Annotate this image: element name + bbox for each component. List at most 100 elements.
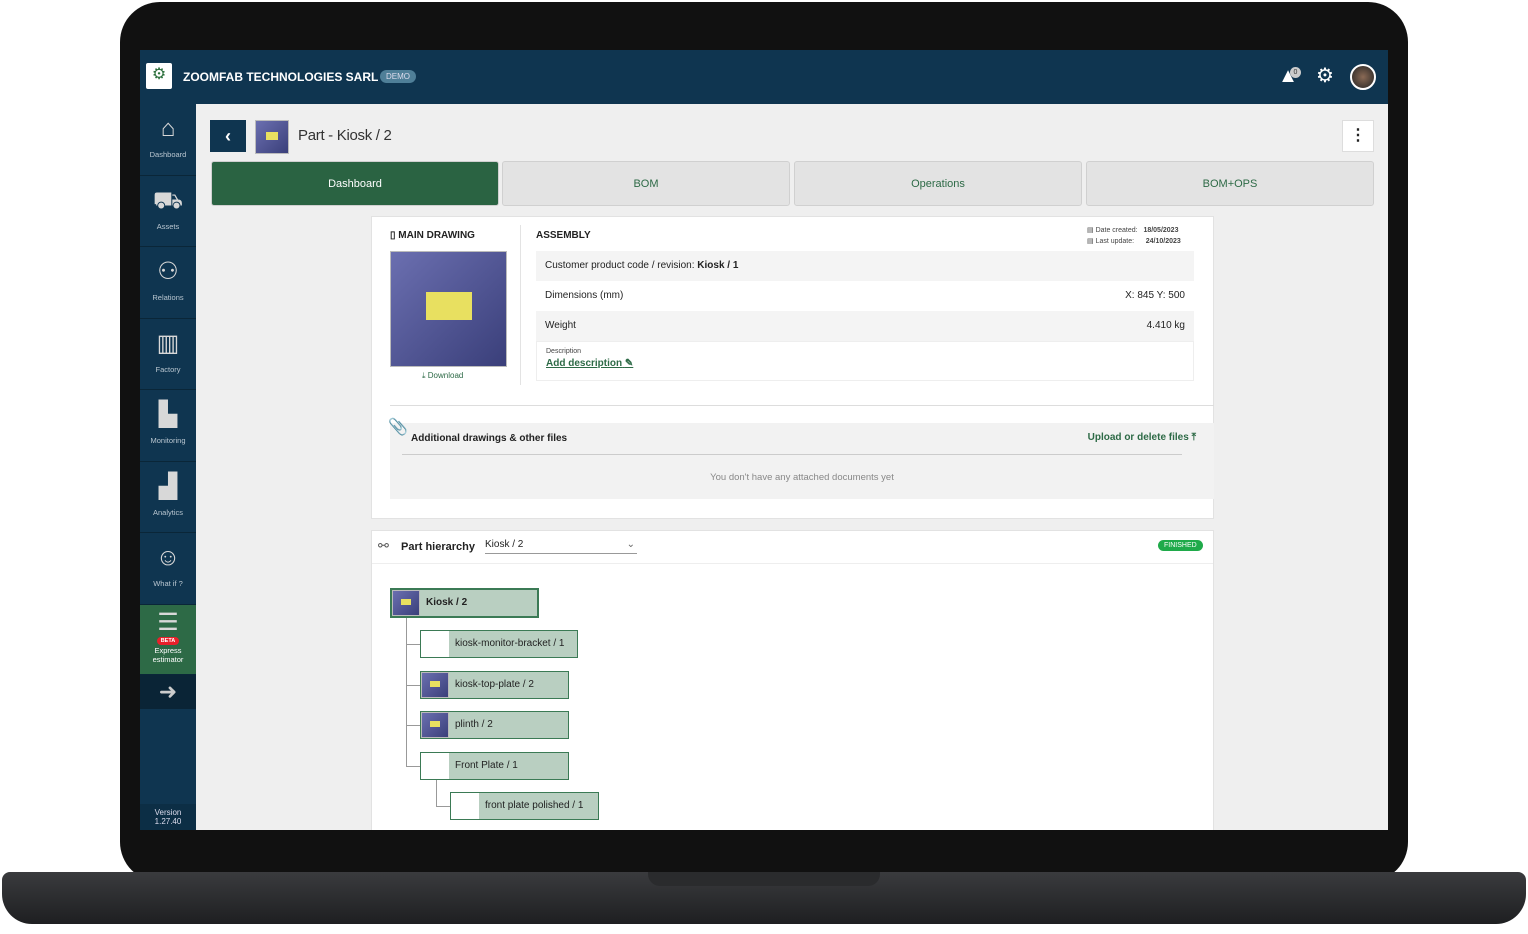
node-thumbnail (421, 672, 449, 698)
hierarchy-selected: Kiosk / 2 (485, 539, 524, 550)
tree-node[interactable]: kiosk-monitor-bracket / 1 (420, 630, 578, 658)
download-label: Download (427, 371, 464, 380)
date-created: 18/05/2023 (1143, 227, 1179, 234)
node-thumbnail (392, 590, 420, 616)
tree-line (406, 685, 420, 686)
upload-label: Upload or delete files (1087, 432, 1189, 443)
version-number: 1.27.40 (154, 817, 182, 826)
sidebar-item-relations[interactable]: ⚇ Relations (140, 247, 196, 319)
last-update: 24/10/2023 (1145, 238, 1181, 245)
date-created-label: Date created: (1095, 227, 1138, 234)
estimator-icon: ☰ (157, 608, 179, 636)
factory-icon: ▥ (156, 329, 180, 357)
part-thumbnail (255, 120, 289, 154)
dimensions-value: X: 845 Y: 500 (1125, 290, 1185, 301)
tree-line (406, 725, 420, 726)
tree-line (406, 616, 407, 766)
tree-node[interactable]: kiosk-top-plate / 2 (420, 671, 569, 699)
add-description-label: Add description (546, 358, 623, 369)
dimensions-label: Dimensions (mm) (545, 290, 624, 301)
upload-files-link[interactable]: Upload or delete files ⤒ (1088, 432, 1196, 443)
sidebar-item-assets[interactable]: ⛟ Assets (140, 176, 196, 247)
sidebar-item-express-estimator[interactable]: ☰ BETA Express estimator (140, 604, 196, 675)
node-thumbnail (421, 631, 449, 657)
node-label: Front Plate / 1 (455, 760, 518, 771)
tree-node[interactable]: Front Plate / 1 (420, 752, 569, 780)
node-label: front plate polished / 1 (485, 800, 584, 811)
sidebar-item-label: Factory (155, 364, 181, 374)
tree-line (406, 766, 420, 767)
weight-row: Weight 4.410 kg (536, 311, 1194, 341)
company-logo[interactable]: ⚙ (146, 63, 172, 89)
expand-sidebar-button[interactable]: ➜ (140, 674, 196, 709)
sidebar-item-label: Assets (156, 221, 180, 231)
main-drawing-label: MAIN DRAWING (398, 230, 475, 241)
hierarchy-icon: ⚯ (378, 538, 389, 553)
tab-bom-ops[interactable]: BOM+OPS (1086, 161, 1374, 206)
node-thumbnail (451, 793, 479, 819)
tree-node[interactable]: plinth / 2 (420, 711, 569, 739)
company-name: ZOOMFAB TECHNOLOGIES SARL (183, 70, 379, 84)
chevron-down-icon: ⌄ (626, 539, 635, 550)
product-code-label: Customer product code / revision: (545, 260, 698, 271)
app-screen: ⚙ ZOOMFAB TECHNOLOGIES SARL DEMO ▲ 0 ⚙ ⌂… (140, 50, 1388, 830)
assets-icon: ⛟ (152, 186, 184, 214)
sidebar-item-factory[interactable]: ▥ Factory (140, 319, 196, 390)
sidebar-item-label: Dashboard (149, 150, 187, 159)
page-title: Part - Kiosk / 2 (298, 127, 392, 144)
avatar[interactable] (1350, 64, 1376, 90)
divider (402, 454, 1182, 455)
more-options-button[interactable]: ⋮ (1342, 120, 1374, 152)
hierarchy-select[interactable]: Kiosk / 2 ⌄ (485, 539, 637, 554)
node-label: kiosk-monitor-bracket / 1 (455, 638, 565, 649)
main-drawing-image[interactable] (390, 251, 507, 367)
pencil-icon: ✎ (624, 358, 634, 369)
thinker-icon: ☺ (155, 544, 181, 571)
status-badge: FINISHED (1158, 540, 1203, 551)
tree-node-root[interactable]: Kiosk / 2 (390, 588, 539, 618)
home-icon: ⌂ (160, 115, 176, 142)
demo-badge: DEMO (380, 70, 416, 83)
node-thumbnail (421, 712, 449, 738)
tab-operations[interactable]: Operations (794, 161, 1082, 206)
back-button[interactable]: ‹ (210, 120, 246, 152)
dimensions-row: Dimensions (mm) X: 845 Y: 500 (536, 281, 1194, 311)
description-label: Description (546, 348, 582, 355)
weight-label: Weight (545, 320, 576, 331)
sidebar-item-monitoring[interactable]: ▙ Monitoring (140, 390, 196, 462)
node-label: plinth / 2 (455, 719, 493, 730)
dates-block: ▤ Date created: 18/05/2023 ▤ Last update… (1087, 227, 1181, 245)
monitoring-icon: ▙ (158, 401, 178, 428)
upload-icon: ⤒ (1191, 432, 1196, 443)
sidebar-item-label: Express estimator (152, 645, 184, 664)
paperclip-icon: 📎 (388, 419, 408, 436)
sidebar-item-what-if[interactable]: ☺ What if ? (140, 533, 196, 605)
attachments-panel: 📎 Additional drawings & other files Uplo… (388, 419, 1214, 499)
tree-node[interactable]: front plate polished / 1 (450, 792, 599, 820)
gear-icon[interactable]: ⚙ (1313, 64, 1337, 88)
sidebar: ⌂ Dashboard ⛟ Assets ⚇ Relations ▥ Factory ▙… (140, 104, 196, 830)
weight-value: 4.410 kg (1146, 320, 1185, 331)
sidebar-item-analytics[interactable]: ▟ Analytics (140, 462, 196, 533)
analytics-icon: ▟ (158, 472, 178, 500)
node-label: kiosk-top-plate / 2 (455, 679, 534, 690)
version-label: Version (154, 808, 182, 817)
main-drawing-title: ▯ MAIN DRAWING (390, 230, 475, 241)
node-label: Kiosk / 2 (426, 597, 468, 608)
download-link[interactable]: ⤓ Download (422, 371, 463, 381)
empty-attachments-message: You don't have any attached documents ye… (710, 472, 894, 483)
divider (390, 405, 1214, 406)
divider (520, 225, 521, 385)
relations-icon: ⚇ (157, 258, 179, 285)
divider (372, 563, 1213, 564)
hierarchy-title: Part hierarchy (401, 541, 475, 553)
laptop-notch (648, 872, 880, 886)
tab-dashboard[interactable]: Dashboard (211, 161, 499, 206)
tab-bom[interactable]: BOM (502, 161, 790, 206)
add-description-link[interactable]: Add description ✎ (546, 358, 1184, 369)
sidebar-item-dashboard[interactable]: ⌂ Dashboard (140, 104, 196, 176)
notification-count: 0 (1290, 67, 1301, 78)
tree-line (406, 644, 420, 645)
top-header: ⚙ ZOOMFAB TECHNOLOGIES SARL DEMO ▲ 0 ⚙ (140, 50, 1388, 104)
product-code: Kiosk / 1 (697, 260, 739, 271)
